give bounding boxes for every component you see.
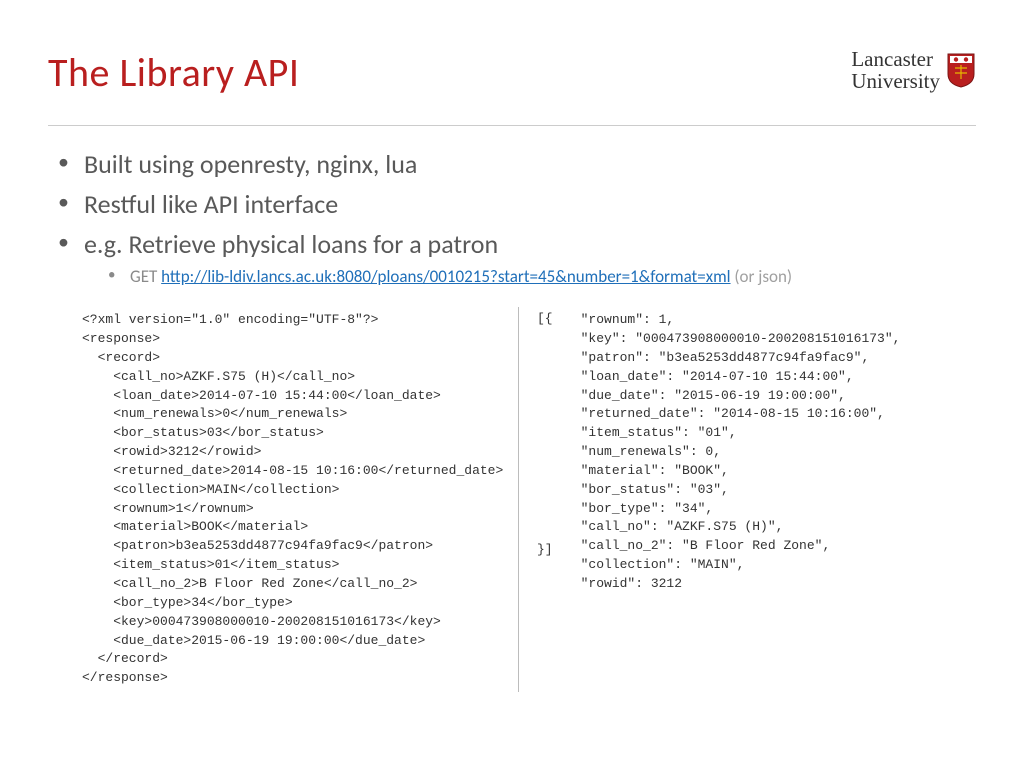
logo-text: Lancaster University	[851, 48, 940, 92]
slide: The Library API Lancaster University Bui…	[0, 0, 1024, 768]
xml-payload: <?xml version="1.0" encoding="UTF-8"?> <…	[82, 311, 512, 688]
bullet-list: Built using openresty, nginx, lua Restfu…	[48, 148, 976, 289]
json-column: [{ }] "rownum": 1, "key": "0004739080000…	[518, 307, 976, 692]
sub-bullet-item: GET http://lib-ldiv.lancs.ac.uk:8080/plo…	[106, 265, 976, 289]
shield-icon	[946, 52, 976, 88]
bullet-item: e.g. Retrieve physical loans for a patro…	[54, 228, 976, 290]
page-title: The Library API	[48, 48, 299, 97]
payload-columns: <?xml version="1.0" encoding="UTF-8"?> <…	[48, 307, 976, 692]
api-url-link[interactable]: http://lib-ldiv.lancs.ac.uk:8080/ploans/…	[161, 266, 730, 287]
xml-column: <?xml version="1.0" encoding="UTF-8"?> <…	[48, 307, 518, 692]
university-logo: Lancaster University	[851, 48, 976, 92]
bullet-item: Built using openresty, nginx, lua	[54, 148, 976, 182]
json-brackets: [{ }]	[537, 311, 553, 557]
sub-bullet-list: GET http://lib-ldiv.lancs.ac.uk:8080/plo…	[84, 265, 976, 289]
divider	[48, 125, 976, 126]
http-method: GET	[130, 266, 161, 287]
header: The Library API Lancaster University	[48, 48, 976, 97]
format-note: (or json)	[731, 266, 793, 287]
bullet-item: Restful like API interface	[54, 188, 976, 222]
json-payload: "rownum": 1, "key": "000473908000010-200…	[581, 311, 901, 594]
